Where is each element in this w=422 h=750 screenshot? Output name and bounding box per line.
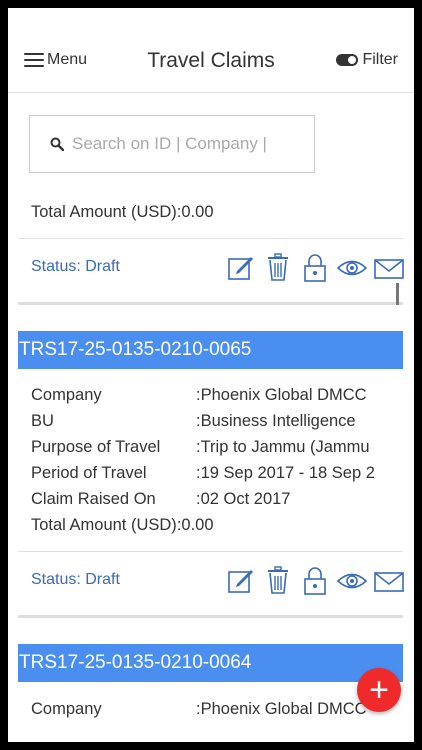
edit-icon[interactable] [226, 252, 256, 282]
app-header: Menu Travel Claims Filter [8, 8, 414, 93]
detail-row: Purpose of Travel:Trip to Jammu (Jammu [31, 438, 370, 456]
add-claim-button[interactable]: + [357, 668, 401, 712]
claim-id-header[interactable]: TRS17-25-0135-0210-0064 [18, 644, 403, 682]
divider [18, 238, 403, 239]
scrollbar[interactable] [396, 283, 399, 305]
view-icon[interactable] [336, 565, 368, 595]
action-icons [226, 252, 404, 282]
search-input[interactable] [70, 133, 304, 155]
status-label: Status: Draft [31, 258, 120, 275]
filter-label: Filter [362, 51, 398, 68]
detail-row: Total Amount (USD):0.00 [31, 516, 214, 534]
detail-row: Company:Phoenix Global DMCC [31, 700, 367, 718]
edit-icon[interactable] [226, 565, 256, 595]
claim-details: Company:Phoenix Global DMCC [31, 696, 391, 722]
summary-total: Total Amount (USD):0.00 [31, 203, 214, 221]
mail-icon[interactable] [374, 252, 404, 282]
claim-details: Company:Phoenix Global DMCC BU:Business … [31, 382, 391, 538]
claim-id-header[interactable]: TRS17-25-0135-0210-0065 [18, 331, 403, 369]
status-label: Status: Draft [31, 571, 120, 588]
detail-row: Claim Raised On:02 Oct 2017 [31, 490, 291, 508]
search-box[interactable] [29, 115, 315, 173]
mail-icon[interactable] [374, 565, 404, 595]
detail-row: Period of Travel:19 Sep 2017 - 18 Sep 2 [31, 464, 375, 482]
search-icon [50, 137, 64, 151]
delete-icon[interactable] [263, 565, 293, 595]
filter-button[interactable]: Filter [336, 51, 398, 69]
detail-row: BU:Business Intelligence [31, 412, 356, 430]
card-separator [18, 302, 403, 305]
detail-row: Company:Phoenix Global DMCC [31, 386, 367, 404]
lock-icon[interactable] [300, 565, 330, 595]
app-screen: Menu Travel Claims Filter Total Amount (… [8, 8, 414, 742]
divider [18, 551, 403, 552]
card-separator [18, 615, 403, 618]
toggle-icon [336, 54, 359, 66]
delete-icon[interactable] [263, 252, 293, 282]
lock-icon[interactable] [300, 252, 330, 282]
view-icon[interactable] [336, 252, 368, 282]
action-icons [226, 565, 404, 595]
